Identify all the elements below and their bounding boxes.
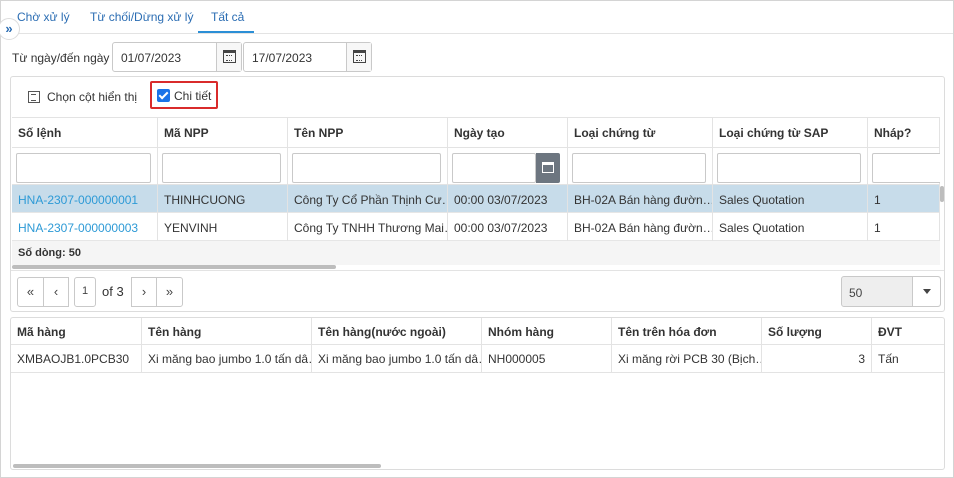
choose-columns-label: Chọn cột hiển thị bbox=[47, 90, 138, 104]
filter-distributor-code[interactable] bbox=[162, 153, 281, 183]
filter-draft[interactable] bbox=[872, 153, 940, 183]
cell-order-no[interactable]: HNA-2307-000000001 bbox=[12, 185, 158, 213]
active-tab-indicator bbox=[198, 31, 254, 33]
cell-draft: 1 bbox=[868, 185, 940, 213]
cell-document-type: BH-02A Bán hàng đườn… bbox=[568, 185, 713, 213]
filter-created-date[interactable] bbox=[452, 153, 536, 183]
detail-grid-header: Mã hàng Tên hàng Tên hàng(nước ngoài) Nh… bbox=[11, 318, 944, 345]
col-header-item-group[interactable]: Nhóm hàng bbox=[482, 318, 612, 345]
col-header-quantity[interactable]: Số lượng bbox=[762, 318, 872, 345]
date-range-label: Từ ngày/đến ngày bbox=[12, 51, 110, 65]
col-header-invoice-name[interactable]: Tên trên hóa đơn bbox=[612, 318, 762, 345]
filter-cell bbox=[12, 148, 158, 185]
from-date-field[interactable]: 01/07/2023 bbox=[112, 42, 242, 72]
vertical-scrollbar[interactable] bbox=[940, 186, 944, 202]
pager-divider bbox=[11, 270, 944, 271]
col-header-draft[interactable]: Nháp? bbox=[868, 118, 940, 148]
to-date-value: 17/07/2023 bbox=[252, 51, 313, 65]
table-row[interactable]: HNA-2307-000000003 YENVINH Công Ty TNHH … bbox=[12, 213, 940, 241]
last-page-button[interactable]: » bbox=[156, 277, 183, 307]
row-count-label: Số dòng: 50 bbox=[18, 247, 81, 259]
cell-quantity: 3 bbox=[762, 345, 872, 372]
page-size-select[interactable]: 50 bbox=[841, 276, 941, 307]
filter-cell bbox=[568, 148, 713, 185]
calendar-icon bbox=[353, 50, 366, 63]
orders-grid-header: Số lệnh Mã NPP Tên NPP Ngày tạo Loại chứ… bbox=[12, 117, 940, 148]
tab-all[interactable]: Tất cả bbox=[211, 10, 244, 24]
row-count-summary: Số dòng: 50 bbox=[12, 241, 940, 265]
tab-pending[interactable]: Chờ xử lý bbox=[17, 10, 70, 24]
cell-item-name: Xi măng bao jumbo 1.0 tấn dâ… bbox=[142, 345, 312, 372]
page-count-label: of 3 bbox=[102, 284, 124, 299]
cell-sap-document-type: Sales Quotation bbox=[713, 213, 868, 241]
filter-cell bbox=[158, 148, 288, 185]
filter-document-type[interactable] bbox=[572, 153, 706, 183]
col-header-item-name[interactable]: Tên hàng bbox=[142, 318, 312, 345]
from-date-value: 01/07/2023 bbox=[121, 51, 182, 65]
cell-item-code: XMBAOJB1.0PCB30 bbox=[11, 345, 142, 372]
detail-grid-panel: Mã hàng Tên hàng Tên hàng(nước ngoài) Nh… bbox=[10, 317, 945, 470]
cell-distributor-name: Công Ty Cổ Phần Thịnh Cư… bbox=[288, 185, 448, 213]
horizontal-scrollbar[interactable] bbox=[13, 464, 381, 468]
expand-sidebar-icon[interactable]: » bbox=[0, 18, 20, 40]
choose-columns-button[interactable]: Chọn cột hiển thị bbox=[28, 90, 137, 104]
col-header-created-date[interactable]: Ngày tạo bbox=[448, 118, 568, 148]
filter-distributor-name[interactable] bbox=[292, 153, 441, 183]
filter-cell bbox=[288, 148, 448, 185]
filter-cell bbox=[868, 148, 940, 185]
detail-label: Chi tiết bbox=[174, 89, 212, 103]
calendar-icon bbox=[542, 162, 554, 173]
col-header-order-no[interactable]: Số lệnh bbox=[12, 118, 158, 148]
col-header-sap-document-type[interactable]: Loại chứng từ SAP bbox=[713, 118, 868, 148]
table-row[interactable]: HNA-2307-000000001 THINHCUONG Công Ty Cổ… bbox=[12, 185, 940, 213]
cell-created-date: 00:00 03/07/2023 bbox=[448, 213, 568, 241]
first-page-button[interactable]: « bbox=[17, 277, 44, 307]
tab-rejected[interactable]: Từ chối/Dừng xử lý bbox=[90, 10, 193, 24]
to-date-calendar-button[interactable] bbox=[346, 43, 371, 71]
cell-order-no[interactable]: HNA-2307-000000003 bbox=[12, 213, 158, 241]
horizontal-scrollbar[interactable] bbox=[12, 265, 336, 269]
cell-foreign-name: Xi măng bao jumbo 1.0 tấn dâ… bbox=[312, 345, 482, 372]
cell-distributor-code: THINHCUONG bbox=[158, 185, 288, 213]
tab-bar: Chờ xử lý Từ chối/Dừng xử lý Tất cả bbox=[1, 1, 953, 34]
filter-date-calendar-button[interactable] bbox=[536, 153, 560, 183]
cell-distributor-code: YENVINH bbox=[158, 213, 288, 241]
columns-icon bbox=[28, 91, 40, 103]
current-page-input[interactable]: 1 bbox=[74, 277, 96, 307]
col-header-distributor-code[interactable]: Mã NPP bbox=[158, 118, 288, 148]
chevron-down-icon[interactable] bbox=[912, 277, 940, 306]
col-header-foreign-name[interactable]: Tên hàng(nước ngoài) bbox=[312, 318, 482, 345]
cell-unit: Tấn bbox=[872, 345, 944, 372]
cell-document-type: BH-02A Bán hàng đườn… bbox=[568, 213, 713, 241]
filter-order-no[interactable] bbox=[16, 153, 151, 183]
filter-sap-document-type[interactable] bbox=[717, 153, 861, 183]
orders-filter-row bbox=[12, 148, 940, 185]
app-frame: Chờ xử lý Từ chối/Dừng xử lý Tất cả » Từ… bbox=[0, 0, 954, 478]
filter-cell bbox=[448, 148, 568, 185]
col-header-unit[interactable]: ĐVT bbox=[872, 318, 944, 345]
col-header-item-code[interactable]: Mã hàng bbox=[11, 318, 142, 345]
col-header-distributor-name[interactable]: Tên NPP bbox=[288, 118, 448, 148]
calendar-icon bbox=[223, 50, 236, 63]
to-date-field[interactable]: 17/07/2023 bbox=[243, 42, 372, 72]
from-date-calendar-button[interactable] bbox=[216, 43, 241, 71]
main-grid-panel: Chọn cột hiển thị Chi tiết Số lệnh Mã NP… bbox=[10, 76, 945, 312]
next-page-button[interactable]: › bbox=[131, 277, 157, 307]
page-size-value: 50 bbox=[849, 286, 863, 300]
orders-grid: Số lệnh Mã NPP Tên NPP Ngày tạo Loại chứ… bbox=[12, 117, 940, 269]
cell-draft: 1 bbox=[868, 213, 940, 241]
table-row[interactable]: XMBAOJB1.0PCB30 Xi măng bao jumbo 1.0 tấ… bbox=[11, 345, 944, 373]
cell-distributor-name: Công Ty TNHH Thương Mai… bbox=[288, 213, 448, 241]
cell-sap-document-type: Sales Quotation bbox=[713, 185, 868, 213]
detail-checkbox[interactable] bbox=[157, 89, 170, 102]
detail-toggle[interactable]: Chi tiết bbox=[150, 81, 218, 109]
col-header-document-type[interactable]: Loại chứng từ bbox=[568, 118, 713, 148]
filter-cell bbox=[713, 148, 868, 185]
prev-page-button[interactable]: ‹ bbox=[43, 277, 69, 307]
cell-item-group: NH000005 bbox=[482, 345, 612, 372]
cell-invoice-name: Xi măng rời PCB 30 (Bịch… bbox=[612, 345, 762, 372]
cell-created-date: 00:00 03/07/2023 bbox=[448, 185, 568, 213]
